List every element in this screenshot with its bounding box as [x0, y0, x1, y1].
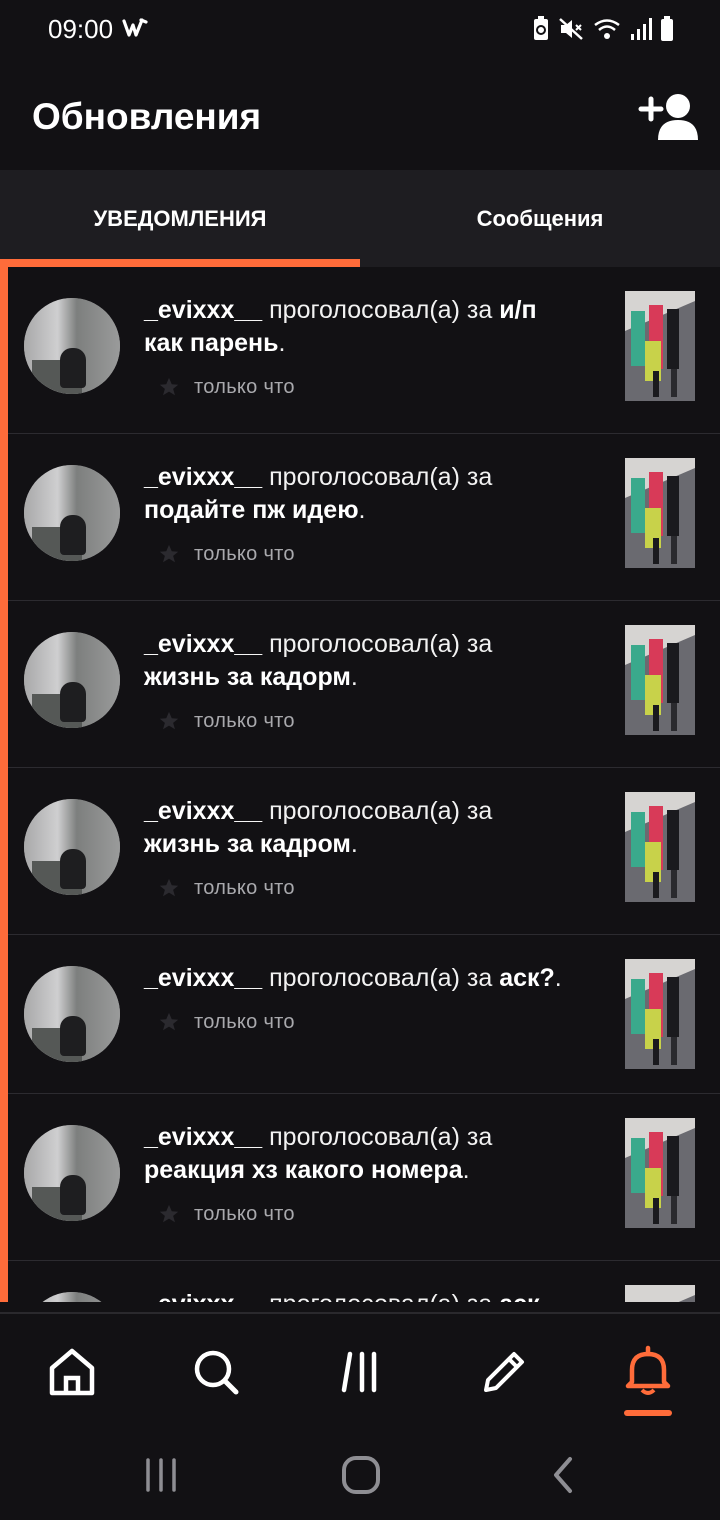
avatar[interactable]	[24, 966, 120, 1062]
story-cover-thumbnail[interactable]	[625, 1285, 695, 1302]
story-cover-thumbnail[interactable]	[625, 291, 695, 401]
story-title[interactable]: и/п	[499, 296, 536, 324]
story-title[interactable]: как парень	[144, 329, 279, 357]
notification-text: _evixxx__ проголосовал(а) за аск?.	[144, 964, 562, 992]
action-text: проголосовал(а) за	[269, 463, 493, 491]
tab-notifications[interactable]: УВЕДОМЛЕНИЯ	[0, 170, 360, 267]
avatar[interactable]	[24, 632, 120, 728]
timestamp: только что	[194, 709, 295, 732]
notification-meta: только что	[158, 372, 295, 402]
username[interactable]: _evixxx__	[144, 463, 262, 491]
notification-text: _evixxx__ проголосовал(а) за и/п как паре…	[144, 296, 537, 357]
notification-text: _evixxx__ проголосовал(а) за подайте пж и…	[144, 463, 493, 524]
status-icons	[532, 14, 674, 44]
story-title[interactable]: жизнь за кадром	[144, 830, 351, 858]
notification-row[interactable]: _evixxx__ проголосовал(а) за аск?. тольк…	[8, 935, 720, 1094]
notification-text: _evixxx__ проголосовал(а) за аск	[144, 1288, 594, 1302]
write-icon[interactable]	[474, 1342, 534, 1402]
battery-saver-icon	[534, 16, 548, 40]
signal-icon	[631, 18, 652, 40]
star-icon	[159, 711, 179, 730]
notification-row[interactable]: _evixxx__ проголосовал(а) за жизнь за кад…	[8, 601, 720, 768]
notification-text: _evixxx__ проголосовал(а) за реакция хз к…	[144, 1123, 493, 1184]
unread-accent-bar	[0, 267, 8, 1302]
notification-row[interactable]: _evixxx__ проголосовал(а) за аск	[8, 1261, 720, 1302]
story-title[interactable]: аск?	[499, 964, 555, 992]
bell-icon[interactable]	[618, 1342, 678, 1402]
status-time: 09:00	[48, 14, 114, 44]
add-user-icon[interactable]	[636, 92, 700, 142]
status-bar: 09:00	[0, 0, 720, 62]
avatar[interactable]	[24, 1292, 120, 1302]
action-text: проголосовал(а) за	[269, 296, 493, 324]
star-icon	[159, 1012, 179, 1031]
timestamp: только что	[194, 375, 295, 398]
username[interactable]: _evixxx__	[144, 296, 262, 324]
username[interactable]: _evixxx__	[144, 1290, 262, 1302]
battery-icon	[661, 16, 673, 41]
story-cover-thumbnail[interactable]	[625, 792, 695, 902]
search-icon[interactable]	[186, 1342, 246, 1402]
notification-text: _evixxx__ проголосовал(а) за жизнь за кад…	[144, 630, 493, 691]
home-button-icon[interactable]	[336, 1452, 386, 1498]
avatar[interactable]	[24, 799, 120, 895]
action-text: проголосовал(а) за	[269, 797, 493, 825]
action-text: проголосовал(а) за	[269, 630, 493, 658]
notification-meta: только что	[158, 706, 295, 736]
timestamp: только что	[194, 876, 295, 899]
timestamp: только что	[194, 542, 295, 565]
home-icon[interactable]	[42, 1342, 102, 1402]
wifi-icon	[594, 19, 620, 39]
wattpad-status-icon	[122, 18, 148, 37]
tab-bar: УВЕДОМЛЕНИЯ Сообщения	[0, 170, 720, 267]
username[interactable]: _evixxx__	[144, 797, 262, 825]
username[interactable]: _evixxx__	[144, 964, 262, 992]
timestamp: только что	[194, 1202, 295, 1225]
story-cover-thumbnail[interactable]	[625, 1118, 695, 1228]
notification-meta: только что	[158, 1199, 295, 1229]
story-title[interactable]: жизнь за кадорм	[144, 663, 351, 691]
story-title[interactable]: подайте пж идею	[144, 496, 359, 524]
story-title[interactable]: аск	[499, 1290, 539, 1302]
notification-row[interactable]: _evixxx__ проголосовал(а) за подайте пж и…	[8, 434, 720, 601]
notification-meta: только что	[158, 539, 295, 569]
star-icon	[159, 544, 179, 563]
library-icon[interactable]	[330, 1342, 390, 1402]
notification-row[interactable]: _evixxx__ проголосовал(а) за и/п как паре…	[8, 267, 720, 434]
nav-active-indicator	[624, 1410, 672, 1416]
action-text: проголосовал(а) за	[269, 964, 493, 992]
tab-active-indicator	[0, 259, 360, 267]
story-cover-thumbnail[interactable]	[625, 625, 695, 735]
notification-row[interactable]: _evixxx__ проголосовал(а) за реакция хз к…	[8, 1094, 720, 1261]
notification-meta: только что	[158, 873, 295, 903]
story-cover-thumbnail[interactable]	[625, 458, 695, 568]
notification-text: _evixxx__ проголосовал(а) за жизнь за кад…	[144, 797, 493, 858]
star-icon	[159, 878, 179, 897]
timestamp: только что	[194, 1010, 295, 1033]
recent-apps-icon[interactable]	[136, 1452, 186, 1498]
notification-meta: только что	[158, 1007, 295, 1037]
app-header: Обновления	[0, 62, 720, 170]
notification-list[interactable]: _evixxx__ проголосовал(а) за и/п как паре…	[0, 267, 720, 1302]
bottom-nav	[0, 1314, 720, 1430]
action-text: проголосовал(а) за	[269, 1123, 493, 1151]
story-cover-thumbnail[interactable]	[625, 959, 695, 1069]
username[interactable]: _evixxx__	[144, 1123, 262, 1151]
story-title[interactable]: реакция хз какого номера	[144, 1156, 463, 1184]
action-text: проголосовал(а) за	[269, 1290, 492, 1302]
avatar[interactable]	[24, 1125, 120, 1221]
mute-icon	[559, 18, 583, 40]
username[interactable]: _evixxx__	[144, 630, 262, 658]
avatar[interactable]	[24, 465, 120, 561]
avatar[interactable]	[24, 298, 120, 394]
star-icon	[159, 1204, 179, 1223]
notification-row[interactable]: _evixxx__ проголосовал(а) за жизнь за кад…	[8, 768, 720, 935]
system-nav-bar	[0, 1430, 720, 1520]
tab-messages[interactable]: Сообщения	[360, 170, 720, 267]
star-icon	[159, 377, 179, 396]
back-icon[interactable]	[540, 1452, 590, 1498]
page-title: Обновления	[32, 96, 262, 137]
